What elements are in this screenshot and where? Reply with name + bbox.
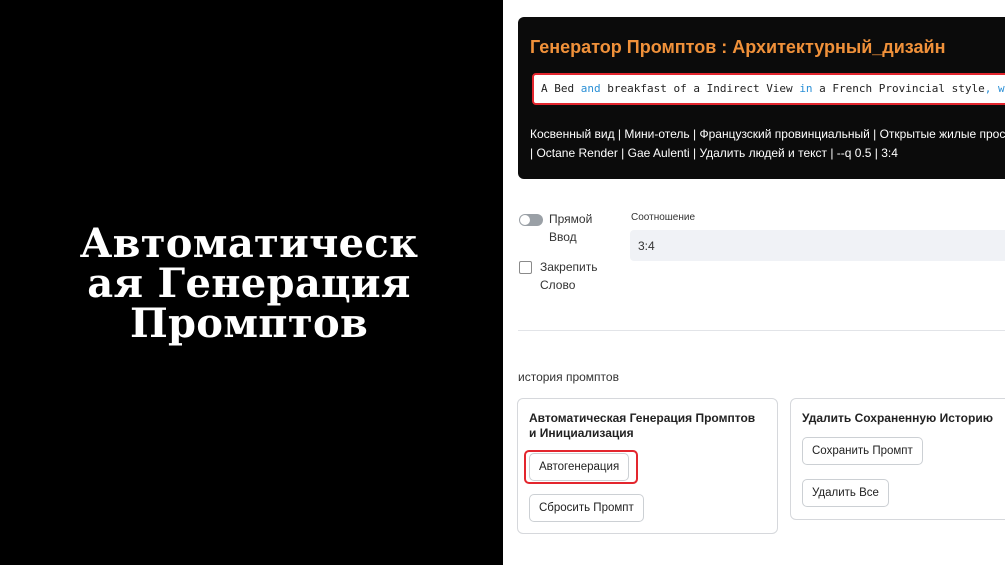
delete-all-button[interactable]: Удалить Все — [802, 479, 889, 507]
slide-left-panel: Автоматическая Генерация Промптов — [0, 0, 503, 565]
prompt-tags-line: | Octane Render | Gae Aulenti | Удалить … — [530, 146, 898, 160]
save-prompt-button[interactable]: Сохранить Промпт — [802, 437, 923, 465]
auto-generation-card-title: Автоматическая Генерация Промптов и Иниц… — [529, 411, 756, 440]
prompt-tags: Косвенный вид | Мини-отель | Французский… — [530, 125, 1005, 165]
generated-prompt-output[interactable]: A Bed and breakfast of a Indirect View i… — [532, 73, 1005, 105]
app-screenshot-panel: Генератор Промптов : Архитектурный_дизай… — [503, 0, 1005, 565]
ratio-value: 3:4 — [638, 238, 655, 253]
slide-title: Автоматическая Генерация Промптов — [79, 219, 419, 347]
prompt-keyword: , with — [984, 82, 1005, 95]
prompt-keyword: in — [799, 82, 813, 95]
prompt-keyword: and — [580, 82, 601, 95]
prompt-text: A Bed — [541, 82, 581, 95]
prompt-tags-line: Косвенный вид | Мини-отель | Французский… — [530, 127, 1005, 141]
prompt-generator-card: Генератор Промптов : Архитектурный_дизай… — [518, 17, 1005, 179]
prompt-text: a French Provincial style — [812, 82, 985, 95]
auto-generate-button[interactable]: Автогенерация — [529, 453, 630, 481]
auto-generation-card: Автоматическая Генерация Промптов и Иниц… — [517, 398, 778, 534]
delete-history-card: Удалить Сохраненную Историю Сохранить Пр… — [790, 398, 1005, 520]
section-divider — [518, 330, 1005, 331]
direct-input-option[interactable]: Прямой Ввод — [519, 210, 599, 246]
ratio-label: Соотношение — [631, 212, 696, 223]
generator-title: Генератор Промптов : Архитектурный_дизай… — [530, 37, 946, 57]
reset-prompt-button[interactable]: Сбросить Промпт — [529, 494, 644, 522]
ratio-select[interactable]: 3:4 — [630, 230, 1005, 261]
history-label: история промптов — [518, 370, 619, 384]
direct-input-label: Прямой Ввод — [549, 212, 593, 244]
pin-word-option[interactable]: Закрепить Слово — [519, 258, 598, 294]
direct-input-toggle[interactable] — [519, 214, 543, 226]
pin-word-label: Закрепить Слово — [540, 260, 598, 292]
pin-word-checkbox[interactable] — [519, 261, 532, 274]
prompt-text: breakfast of a Indirect View — [600, 82, 800, 95]
delete-history-card-title: Удалить Сохраненную Историю — [802, 411, 993, 425]
